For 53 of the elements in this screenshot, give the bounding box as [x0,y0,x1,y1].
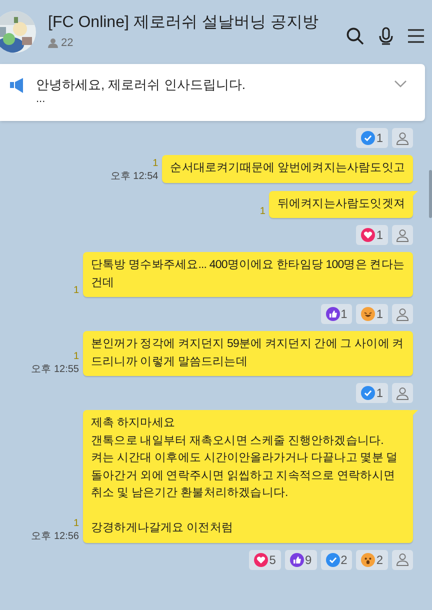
member-count: 22 [61,36,74,51]
unread-count: 1 [152,158,158,170]
unread-count: 1 [73,518,79,530]
reaction-button[interactable]: 1 [356,383,388,403]
unread-count: 1 [73,351,79,363]
add-reaction-button[interactable] [392,304,413,324]
add-reaction-button[interactable] [392,550,413,570]
person-icon [396,132,409,144]
person-icon [396,553,409,566]
add-reaction-button[interactable] [392,225,413,245]
search-icon[interactable] [346,27,364,45]
reaction-button[interactable]: 2 [356,550,388,570]
person-icon [396,386,409,400]
message-time: 오후 12:56 [31,530,79,542]
bubble-tail [411,410,418,417]
megaphone-icon [10,78,24,93]
reaction-button[interactable]: 1 [356,128,388,148]
message-bubble: 단톡방 명수봐주세요... 400명이에요 한타임당 100명은 켠다는건데 [83,252,413,297]
thumbs-up-icon [326,307,340,321]
bubble-tail [411,190,418,198]
message-time: 오후 12:54 [110,170,158,182]
reaction-button[interactable]: 2 [320,550,352,570]
reaction-button[interactable]: 5 [249,550,281,570]
laughing-face-icon [361,307,376,321]
reaction-button[interactable]: 1 [356,304,388,324]
notice-more: ... [36,93,46,105]
check-icon [361,386,376,400]
message-time: 오후 12:55 [31,363,79,376]
chat-title: [FC Online] 제로러쉬 설날버닝 공지방 [48,12,320,33]
notice-text: 안녕하세요, 제로러쉬 인사드립니다. [36,76,246,93]
message-bubble: 뒤에켜지는사람도잇겟져 [269,190,413,218]
notice-card[interactable]: 안녕하세요, 제로러쉬 인사드립니다. ... [0,64,425,121]
reaction-button[interactable]: 1 [356,225,388,245]
reaction-button[interactable]: 9 [284,550,317,570]
person-icon [48,38,58,48]
menu-icon[interactable] [408,29,424,43]
message-bubble: 본인꺼가 정각에 켜지던지 59분에 켜지던지 간에 그 사이에 켜드리니까 이렇게 말씀드리는데 [83,331,413,376]
surprised-face-icon [361,552,376,566]
person-icon [396,308,409,320]
microphone-icon[interactable] [378,27,394,45]
reaction-button[interactable]: 1 [320,304,352,324]
check-icon [326,552,340,566]
unread-count: 1 [260,206,266,218]
person-icon [396,228,409,242]
scrollbar-thumb[interactable] [429,170,432,218]
message-bubble: 제촉 하지마세요 갠톡으로 내일부터 재촉오시면 스케줄 진행안하겠습니다. 켜는 시간대 이후에도 시간이안올라가거나 다끝나고 몇분 덜 돌아간거 외에 연락주시면 읽씹하고 지속적으로 연락하시면 취소 및 남은기간 환불처리하겠습니다. 강경하게나갈게요 이전처럼 [83,410,413,542]
thumbs-up-icon [290,552,304,566]
message-bubble: 순서대로켜기때문에 앞번에켜지는사람도잇고 [162,155,413,182]
expand-icon[interactable] [394,80,407,88]
add-reaction-button[interactable] [392,383,413,403]
unread-count: 1 [73,285,79,297]
check-icon [361,131,376,145]
add-reaction-button[interactable] [392,128,413,148]
